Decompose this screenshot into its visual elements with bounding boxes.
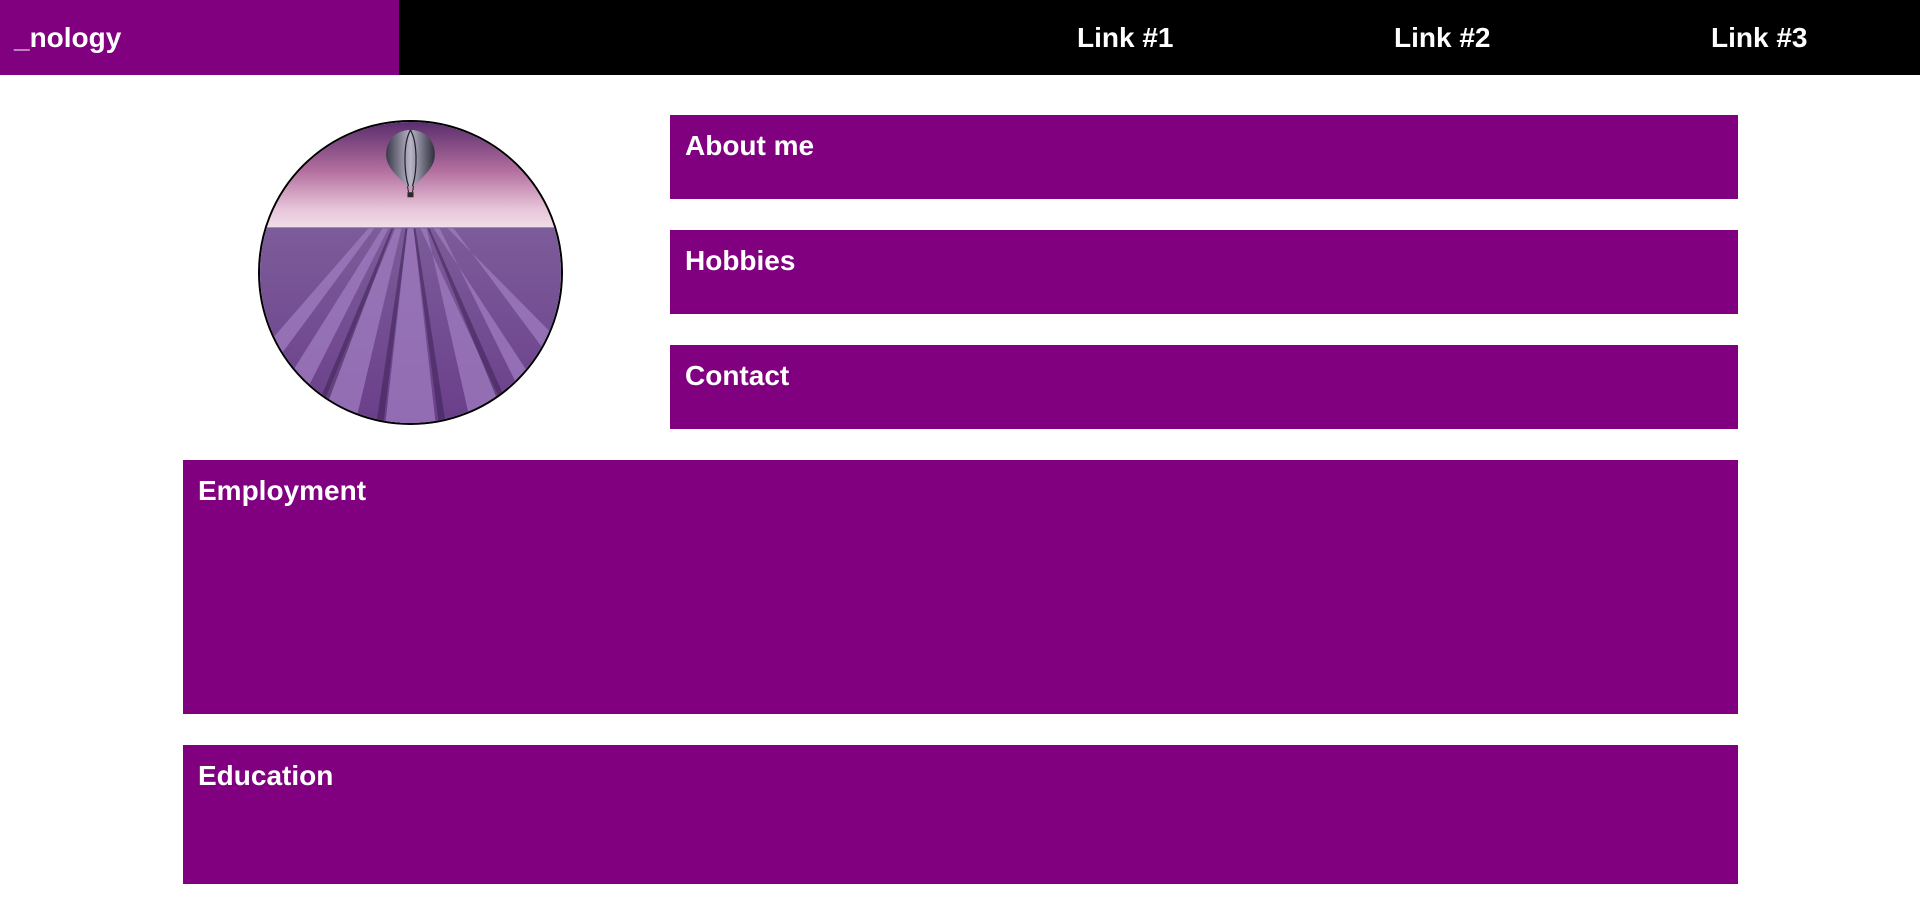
lavender-field-balloon-image: [260, 122, 561, 423]
contact-heading: Contact: [685, 360, 790, 391]
hobbies-section: Hobbies: [670, 230, 1738, 314]
employment-heading: Employment: [198, 475, 367, 506]
hobbies-heading: Hobbies: [685, 245, 796, 276]
about-me-section: About me: [670, 115, 1738, 199]
education-heading: Education: [198, 760, 334, 791]
about-me-heading: About me: [685, 130, 815, 161]
contact-section: Contact: [670, 345, 1738, 429]
top-navigation-bar: _nology Link #1 Link #2 Link #3: [0, 0, 1920, 75]
nav-link-1[interactable]: Link #1: [1077, 0, 1173, 75]
brand-logo[interactable]: _nology: [0, 0, 399, 75]
employment-section: Employment: [183, 460, 1738, 714]
nav-link-3[interactable]: Link #3: [1711, 0, 1807, 75]
education-section: Education: [183, 745, 1738, 884]
nav-link-2[interactable]: Link #2: [1394, 0, 1490, 75]
profile-photo: [258, 120, 563, 425]
